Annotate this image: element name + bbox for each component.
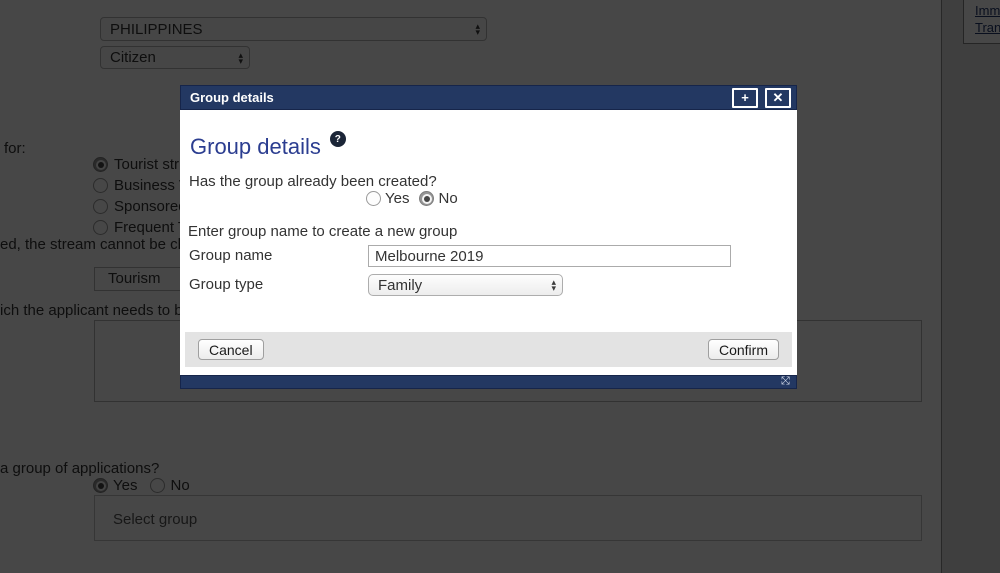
created-question: Has the group already been created?	[189, 173, 437, 190]
stepper-down-icon: ▾	[551, 285, 556, 291]
no-label: No	[438, 190, 457, 207]
add-button[interactable]: +	[732, 88, 758, 108]
dialog-bottom-bar: ⤡ ⤢	[180, 375, 797, 389]
application-page: PHILIPPINES ▴ ▾ Citizen ▴ ▾ for: Tourist…	[0, 0, 1000, 573]
group-type-value: Family	[378, 277, 551, 294]
stepper-arrows-icon: ▴ ▾	[551, 279, 556, 291]
dialog-title: Group details	[190, 90, 274, 105]
group-type-select[interactable]: Family ▴ ▾	[368, 274, 563, 296]
group-name-input[interactable]	[368, 245, 731, 267]
created-yesno-row: Yes No	[366, 190, 468, 207]
dialog-heading: Group details	[190, 134, 321, 160]
dialog-titlebar[interactable]: Group details + ✕	[180, 85, 797, 110]
group-type-label: Group type	[189, 276, 263, 293]
group-name-label: Group name	[189, 247, 272, 264]
dialog-heading-row: Group details ?	[190, 134, 346, 160]
cancel-button[interactable]: Cancel	[198, 339, 264, 360]
close-icon[interactable]: ✕	[765, 88, 791, 108]
radio-no[interactable]	[419, 191, 434, 206]
yes-label: Yes	[385, 190, 409, 207]
radio-yes[interactable]	[366, 191, 381, 206]
group-details-dialog: Group details + ✕ Group details ? Has th…	[180, 85, 797, 389]
dialog-body: Group details ? Has the group already be…	[180, 110, 797, 372]
help-icon[interactable]: ?	[330, 131, 346, 147]
resize-handle-icon[interactable]: ⤡ ⤢	[781, 375, 794, 388]
confirm-button[interactable]: Confirm	[708, 339, 779, 360]
instruction-text: Enter group name to create a new group	[188, 223, 457, 240]
dialog-footer: Cancel Confirm	[185, 332, 792, 367]
